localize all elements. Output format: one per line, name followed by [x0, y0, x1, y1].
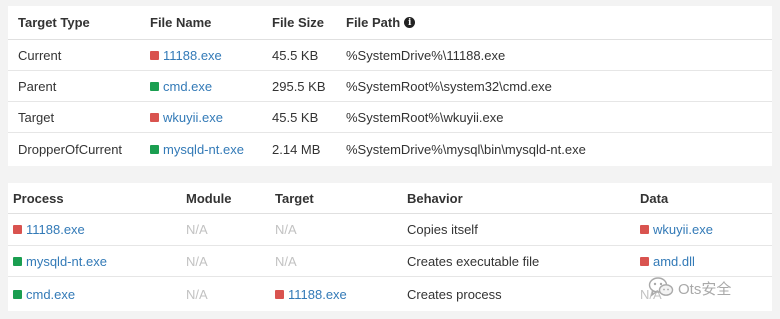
behavior-cell: Creates process: [407, 286, 502, 302]
target-cell: 11188.exe: [275, 277, 347, 311]
process-cell: cmd.exe: [13, 277, 75, 311]
column-header-module: Module: [186, 190, 232, 206]
column-header-file-size: File Size: [272, 15, 325, 30]
file-name-link[interactable]: 11188.exe: [163, 48, 222, 63]
file-size-cell: 2.14 MB: [272, 142, 321, 157]
column-header-process: Process: [13, 190, 64, 206]
file-name-cell: 11188.exe: [150, 40, 222, 70]
table-row: mysqld-nt.exe N/A N/A Creates executable…: [8, 246, 772, 277]
module-cell: N/A: [186, 253, 208, 269]
column-header-file-name: File Name: [150, 15, 212, 30]
column-header-file-path: File Path i: [346, 6, 416, 39]
target-type-cell: Parent: [18, 78, 57, 94]
file-name-cell: wkuyii.exe: [150, 102, 223, 132]
module-cell: N/A: [186, 286, 208, 302]
red-square-icon: [150, 50, 159, 60]
process-link[interactable]: 11188.exe: [26, 222, 85, 237]
table-row: 11188.exe N/A N/A Copies itself wkuyii.e…: [8, 214, 772, 246]
file-path-cell: %SystemRoot%\system32\cmd.exe: [346, 78, 552, 94]
data-cell: wkuyii.exe: [640, 214, 713, 245]
red-square-icon: [640, 225, 649, 234]
file-path-label: File Path: [346, 15, 401, 30]
data-link[interactable]: amd.dll: [653, 254, 695, 269]
watermark: Ots安全: [648, 276, 731, 301]
wechat-icon: [648, 276, 674, 301]
file-targets-table: Target Type File Name File Size File Pat…: [8, 6, 772, 166]
target-cell: N/A: [275, 222, 297, 237]
file-size-cell: 45.5 KB: [272, 109, 319, 125]
file-name-link[interactable]: cmd.exe: [163, 79, 212, 94]
data-cell: amd.dll: [640, 246, 695, 276]
target-link[interactable]: 11188.exe: [288, 287, 347, 302]
red-square-icon: [640, 256, 649, 266]
green-square-icon: [150, 81, 159, 91]
file-path-cell: %SystemRoot%\wkuyii.exe: [346, 109, 504, 125]
info-circle-icon[interactable]: i: [404, 17, 416, 28]
process-link[interactable]: mysqld-nt.exe: [26, 254, 107, 269]
process-cell: 11188.exe: [13, 214, 85, 245]
table-row: Target wkuyii.exe 45.5 KB %SystemRoot%\w…: [8, 102, 772, 133]
data-link[interactable]: wkuyii.exe: [653, 222, 713, 237]
red-square-icon: [150, 112, 159, 122]
process-cell: mysqld-nt.exe: [13, 246, 107, 276]
target-cell: N/A: [275, 253, 297, 269]
target-type-cell: Current: [18, 47, 62, 63]
column-header-target: Target: [275, 190, 314, 206]
green-square-icon: [150, 145, 159, 154]
red-square-icon: [13, 225, 22, 234]
target-type-cell: Target: [18, 109, 55, 125]
table-row: Current 11188.exe 45.5 KB %SystemDrive%\…: [8, 40, 772, 71]
file-name-link[interactable]: wkuyii.exe: [163, 110, 223, 125]
target-type-cell: DropperOfCurrent: [18, 142, 123, 157]
file-size-cell: 295.5 KB: [272, 78, 326, 94]
behavior-cell: Copies itself: [407, 222, 478, 237]
file-name-link[interactable]: mysqld-nt.exe: [163, 142, 244, 157]
watermark-text: Ots安全: [678, 281, 732, 298]
file-name-cell: mysqld-nt.exe: [150, 133, 244, 166]
table-row: DropperOfCurrent mysqld-nt.exe 2.14 MB %…: [8, 133, 772, 166]
file-path-cell: %SystemDrive%\mysql\bin\mysqld-nt.exe: [346, 142, 586, 157]
process-link[interactable]: cmd.exe: [26, 287, 75, 302]
table-row: Parent cmd.exe 295.5 KB %SystemRoot%\sys…: [8, 71, 772, 102]
table-header-row: Process Module Target Behavior Data: [8, 183, 772, 214]
red-square-icon: [275, 289, 284, 299]
green-square-icon: [13, 289, 22, 299]
file-name-cell: cmd.exe: [150, 71, 212, 101]
green-square-icon: [13, 256, 22, 266]
file-size-cell: 45.5 KB: [272, 47, 319, 63]
module-cell: N/A: [186, 222, 208, 237]
table-header-row: Target Type File Name File Size File Pat…: [8, 6, 772, 40]
column-header-behavior: Behavior: [407, 190, 463, 206]
behavior-cell: Creates executable file: [407, 253, 540, 269]
column-header-target-type: Target Type: [18, 15, 90, 30]
column-header-data: Data: [640, 190, 669, 206]
file-path-cell: %SystemDrive%\11188.exe: [346, 47, 506, 63]
